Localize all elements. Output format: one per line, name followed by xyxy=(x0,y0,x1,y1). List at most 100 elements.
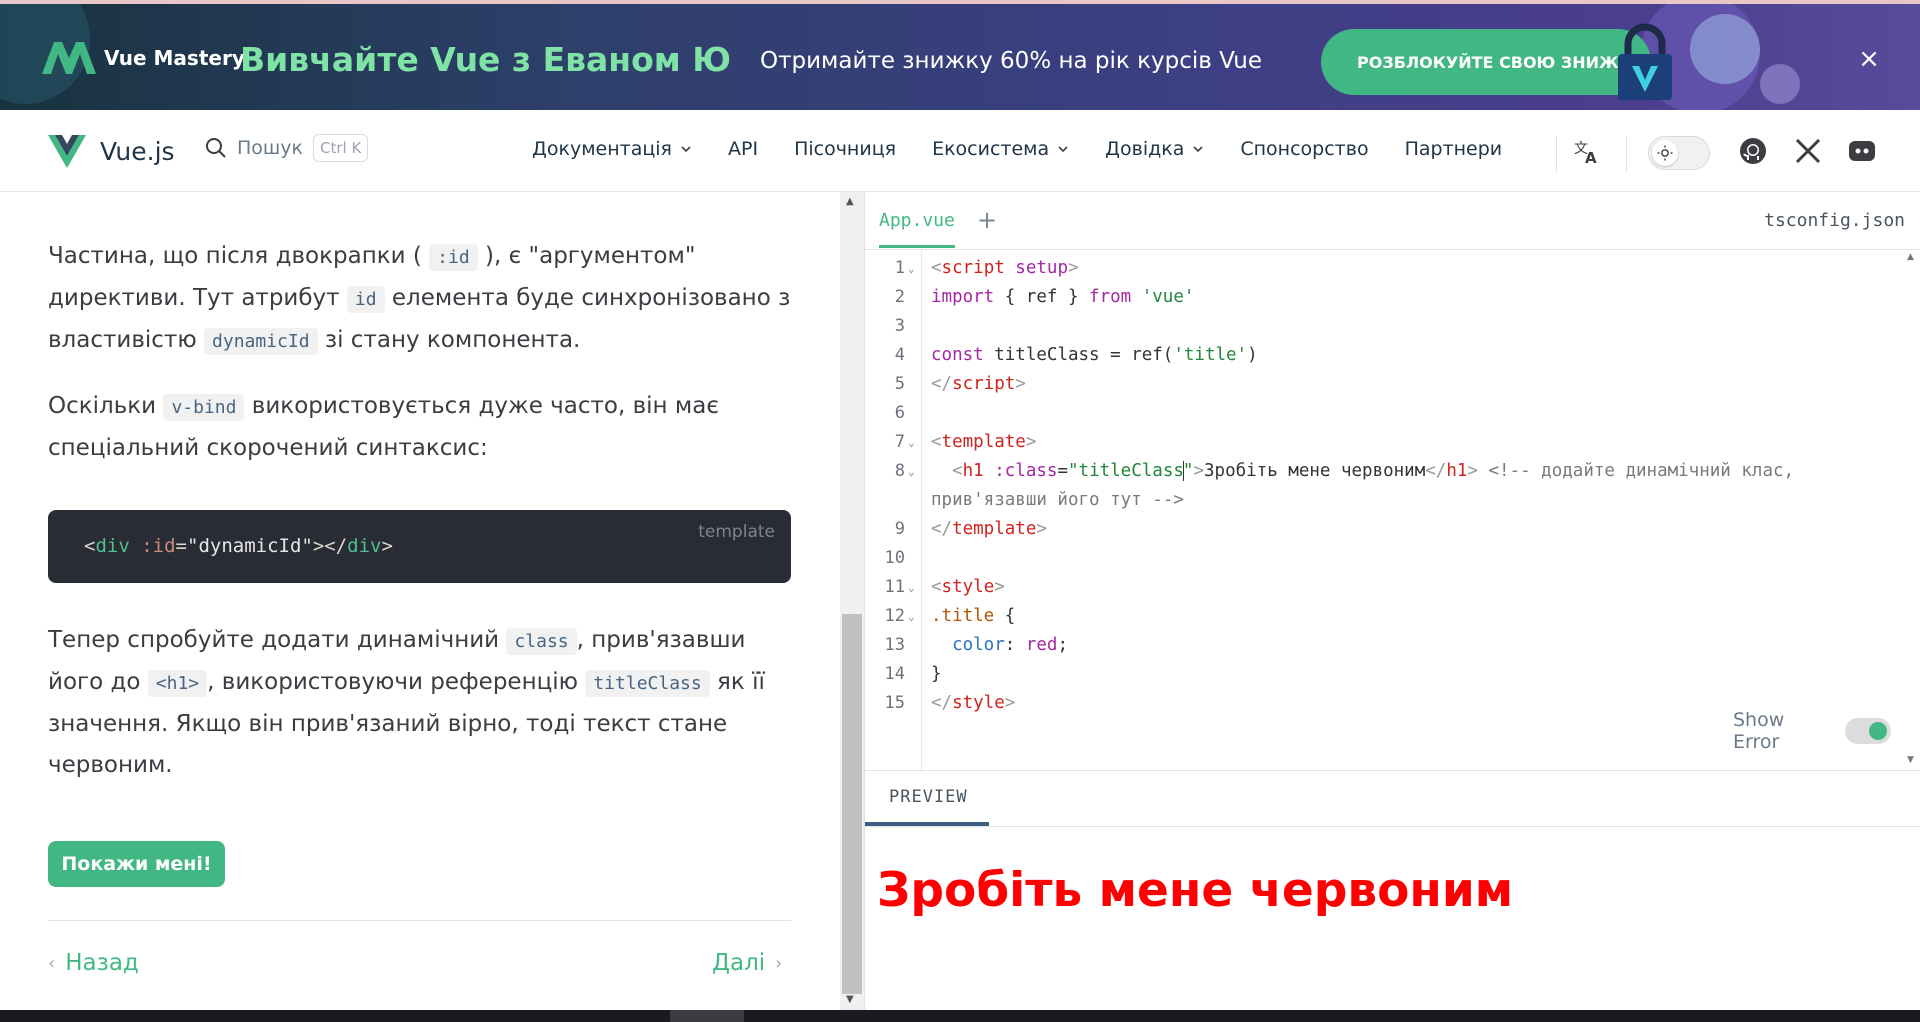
line-number: 14 xyxy=(884,664,905,684)
text: Тепер спробуйте додати динамічний xyxy=(48,627,507,653)
code-editor: App.vue + tsconfig.json 1 2 3 4 5 6 7 8 … xyxy=(864,192,1920,770)
code-token: template xyxy=(941,432,1026,452)
github-icon[interactable] xyxy=(1738,136,1768,166)
vue-logo-link[interactable]: Vue.js xyxy=(48,135,175,168)
code-token: from xyxy=(1089,287,1132,307)
line-number: 1 xyxy=(894,258,905,278)
code-token: "titleClass xyxy=(1068,461,1184,481)
chevron-down-icon xyxy=(1193,146,1203,153)
fold-chevron-icon[interactable]: ⌄ xyxy=(908,573,915,602)
nav-docs[interactable]: Документація xyxy=(532,138,692,160)
line-number: 2 xyxy=(894,287,905,307)
line-number: 11 xyxy=(884,577,905,597)
nav-partners[interactable]: Партнери xyxy=(1405,138,1503,160)
code-token: .title xyxy=(931,606,995,626)
show-error-toggle[interactable]: Show Error xyxy=(1721,708,1891,754)
prev-link[interactable]: ‹ Назад xyxy=(48,950,139,976)
fold-chevron-icon[interactable]: ⌄ xyxy=(908,428,915,457)
line-number: 3 xyxy=(894,316,905,336)
scroll-up-icon[interactable]: ▲ xyxy=(846,196,854,207)
code-token: > xyxy=(1004,693,1016,713)
inline-code: <h1> xyxy=(147,670,208,697)
banner-decoration xyxy=(1760,64,1800,104)
code-token: 'vue' xyxy=(1131,287,1195,307)
scrollbar-thumb[interactable] xyxy=(842,614,862,994)
line-number: 10 xyxy=(884,548,905,568)
nav-sponsor[interactable]: Спонсорство xyxy=(1240,138,1368,160)
search-button[interactable]: Пошук Ctrl K xyxy=(205,134,369,162)
scroll-down-icon[interactable]: ▼ xyxy=(846,994,854,1005)
tutorial-content: Частина, що після двокрапки ( :id ), є "… xyxy=(0,192,840,1010)
code-token: > xyxy=(1015,374,1026,394)
search-shortcut: Ctrl K xyxy=(313,134,369,162)
tab-app-vue[interactable]: App.vue xyxy=(879,210,955,248)
show-me-button[interactable]: Покажи мені! xyxy=(48,841,225,887)
divider xyxy=(48,920,791,921)
discord-icon[interactable] xyxy=(1847,136,1877,166)
editor-tabs: App.vue + tsconfig.json xyxy=(865,192,1920,250)
text: зі стану компонента. xyxy=(317,327,581,353)
code-token: titleClass = ref( xyxy=(983,345,1174,365)
nav-divider xyxy=(1626,136,1627,172)
nav-about-label: Довідка xyxy=(1105,138,1185,160)
nav-playground[interactable]: Пісочниця xyxy=(794,138,896,160)
code-line: .title { xyxy=(931,602,1015,631)
nav-about[interactable]: Довідка xyxy=(1105,138,1204,160)
code-line: <template> xyxy=(931,428,1036,457)
tutorial-scrollbar[interactable]: ▲ ▼ xyxy=(840,192,864,1010)
vue-mastery-logo-icon xyxy=(42,42,96,74)
text: Частина, що після двокрапки ( xyxy=(48,243,430,269)
theme-toggle[interactable] xyxy=(1648,136,1710,170)
promo-banner[interactable]: Vue Mastery Вивчайте Vue з Еваном Ю Отри… xyxy=(0,0,1920,110)
scroll-down-icon[interactable]: ▼ xyxy=(1907,755,1914,765)
code-line: </script> xyxy=(931,370,1026,399)
tutorial-paragraph-3: Тепер спробуйте додати динамічний class,… xyxy=(48,620,793,786)
close-banner-button[interactable]: × xyxy=(1858,46,1880,72)
code-token: ></ xyxy=(312,535,348,557)
prev-label: Назад xyxy=(65,950,139,976)
code-token: } xyxy=(931,664,942,684)
code-token: < xyxy=(931,577,942,597)
show-error-switch[interactable] xyxy=(1844,718,1891,744)
nav-sponsor-label: Спонсорство xyxy=(1240,138,1369,160)
top-navigation: Vue.js Пошук Ctrl K Документація API Піс… xyxy=(0,110,1920,192)
code-language-label: template xyxy=(698,522,775,542)
fold-chevron-icon[interactable]: ⌄ xyxy=(908,602,915,631)
fold-chevron-icon[interactable]: ⌄ xyxy=(908,457,915,486)
code-token: style xyxy=(941,577,995,597)
inline-code: titleClass xyxy=(585,670,710,697)
add-file-button[interactable]: + xyxy=(977,206,997,234)
line-number: 9 xyxy=(894,519,905,539)
chevron-right-icon: › xyxy=(775,952,783,974)
tutorial-paragraph-2: Оскільки v-bind використовується дуже ча… xyxy=(48,386,793,469)
code-line-wrap: прив'язавши його тут --> xyxy=(931,486,1184,515)
nav-api[interactable]: API xyxy=(728,138,758,160)
scroll-up-icon[interactable]: ▲ xyxy=(1907,252,1914,262)
code-token: :class xyxy=(983,461,1058,481)
code-token: > xyxy=(1467,461,1478,481)
translate-icon[interactable]: 文 A xyxy=(1572,136,1602,166)
fold-chevron-icon[interactable]: ⌄ xyxy=(908,254,915,283)
vue-mastery-logo[interactable]: Vue Mastery xyxy=(42,42,245,74)
code-token: ) xyxy=(1247,345,1258,365)
tab-preview[interactable]: PREVIEW xyxy=(889,787,968,819)
code-example-line: <div :id="dynamicId"></div> xyxy=(84,535,393,557)
x-icon[interactable] xyxy=(1793,136,1823,166)
code-token: > xyxy=(1067,258,1079,278)
nav-ecosystem[interactable]: Екосистема xyxy=(932,138,1069,160)
inline-code: dynamicId xyxy=(204,328,318,355)
line-number: 15 xyxy=(884,693,905,713)
preview-tabbar: PREVIEW xyxy=(865,771,1920,827)
editor-scrollbar[interactable]: ▲ ▼ xyxy=(1904,250,1920,770)
code-token: script xyxy=(941,258,1005,278)
code-token: { ref } xyxy=(994,287,1090,307)
tab-tsconfig[interactable]: tsconfig.json xyxy=(1764,210,1905,231)
code-line: <script setup> xyxy=(931,254,1079,283)
search-label: Пошук xyxy=(237,137,304,159)
code-area[interactable]: 1 2 3 4 5 6 7 8 9 10 11 12 13 14 15 ⌄ ⌄ … xyxy=(865,250,1905,770)
nav-playground-label: Пісочниця xyxy=(794,138,897,160)
unlock-discount-button[interactable]: РОЗБЛОКУЙТЕ СВОЮ ЗНИЖ xyxy=(1321,29,1651,95)
next-link[interactable]: Далі › xyxy=(712,950,782,976)
code-token: red xyxy=(1025,635,1058,655)
code-token: div xyxy=(347,535,382,557)
